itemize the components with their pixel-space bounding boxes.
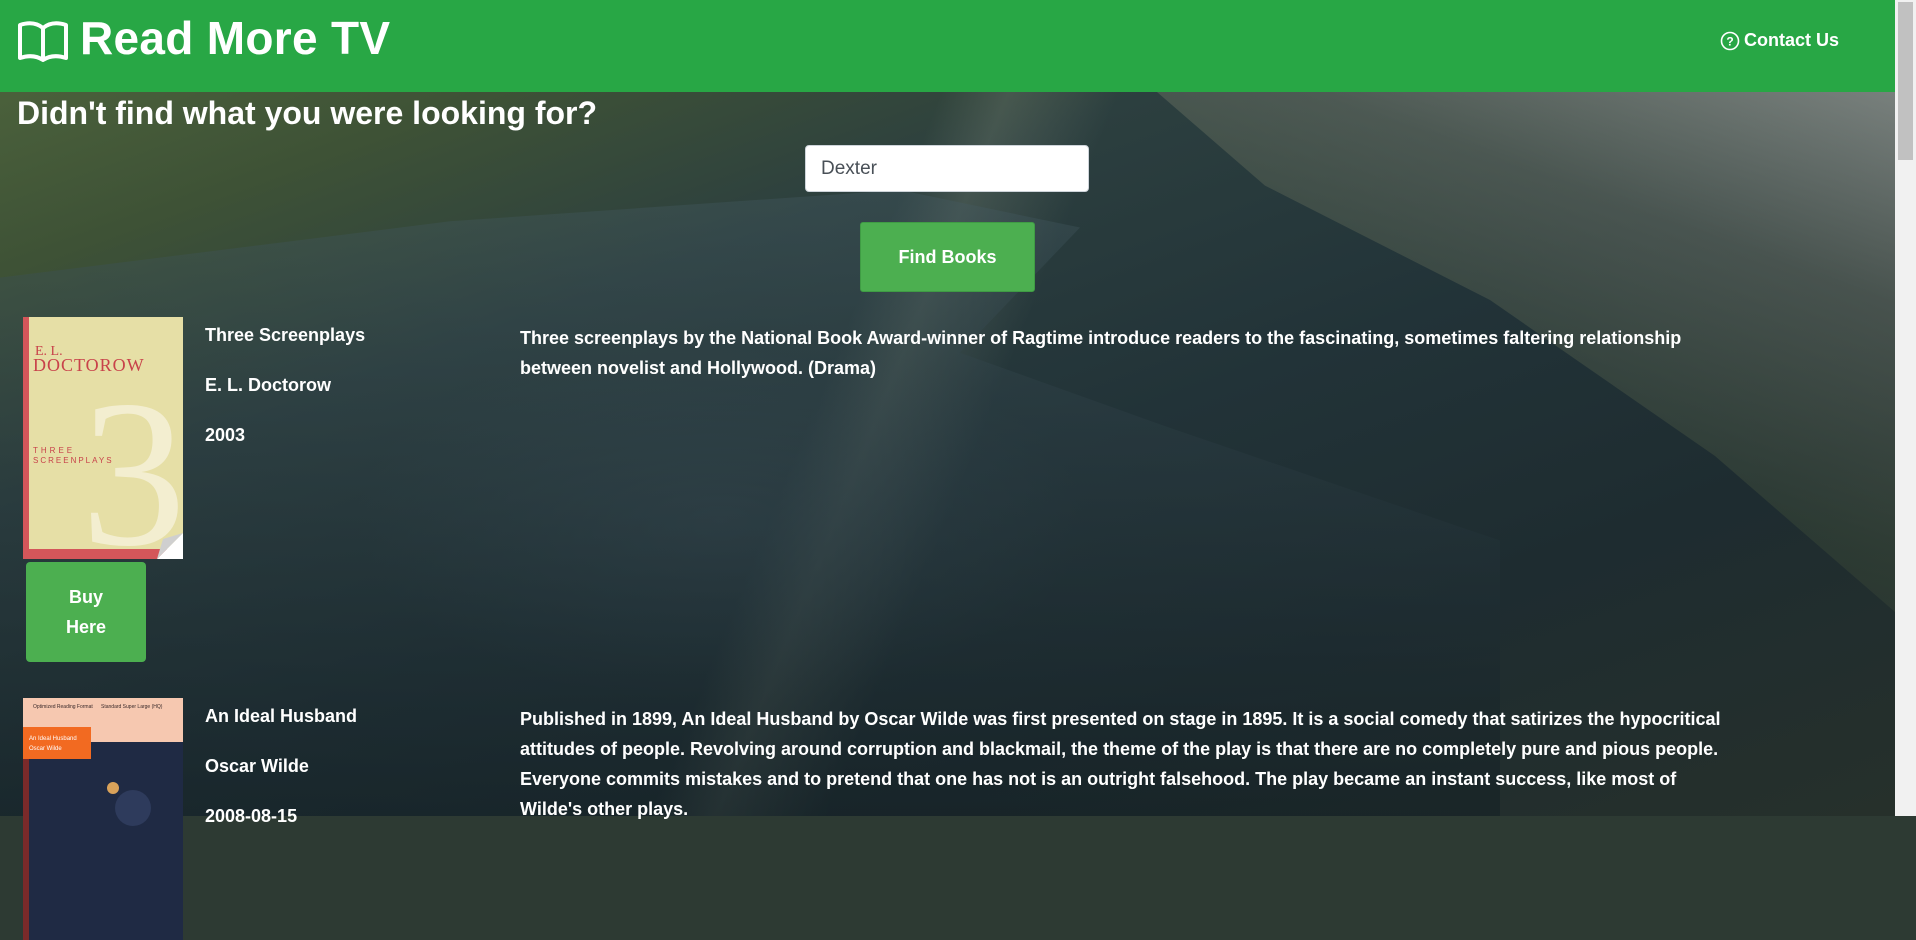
cover-subtitle-1: THREE	[33, 446, 75, 455]
cover-title: An Ideal Husband	[29, 736, 77, 742]
book-date: 2008-08-15	[205, 806, 298, 826]
buy-here-button[interactable]: Buy Here	[26, 562, 146, 662]
book-meta: Three Screenplays E. L. Doctorow 2003	[205, 317, 365, 467]
cover-size-tag: Standard Super Large (HQ)	[101, 704, 163, 710]
book-cover-image[interactable]: Optimized Reading Format Standard Super …	[23, 698, 183, 940]
contact-us-label: Contact Us	[1743, 30, 1839, 50]
book-description: Three screenplays by the National Book A…	[520, 328, 1682, 378]
book-title: An Ideal Husband	[205, 706, 358, 726]
brand-title[interactable]: Read More TV	[80, 10, 390, 66]
cover-author-name: DOCTOROW	[33, 355, 145, 375]
book-author: Oscar Wilde	[205, 756, 309, 776]
book-cover-image[interactable]: 3 E. L. DOCTOROW THREE SCREENPLAYS	[23, 317, 183, 559]
open-book-icon	[18, 21, 68, 62]
find-books-button[interactable]: Find Books	[860, 222, 1035, 292]
top-navbar: Read More TV ? Contact Us	[0, 0, 1895, 92]
book-date: 2003	[205, 425, 246, 445]
book-title: Three Screenplays	[205, 325, 366, 345]
svg-text:?: ?	[1726, 34, 1733, 48]
scrollbar-thumb[interactable]	[1898, 2, 1913, 160]
book-meta: An Ideal Husband Oscar Wilde 2008-08-15	[205, 698, 357, 848]
search-headline: Didn't find what you were looking for?	[17, 95, 598, 131]
book-description: Published in 1899, An Ideal Husband by O…	[520, 709, 1721, 819]
question-circle-icon: ?	[1720, 31, 1740, 50]
vertical-scrollbar[interactable]	[1895, 0, 1916, 816]
book-author: E. L. Doctorow	[205, 375, 331, 395]
cover-subtitle-2: SCREENPLAYS	[33, 456, 114, 465]
cover-author: Oscar Wilde	[29, 746, 62, 752]
cover-format-tag: Optimized Reading Format	[33, 704, 93, 710]
search-input[interactable]	[805, 145, 1089, 192]
contact-us-link[interactable]: ? Contact Us	[1720, 30, 1839, 51]
